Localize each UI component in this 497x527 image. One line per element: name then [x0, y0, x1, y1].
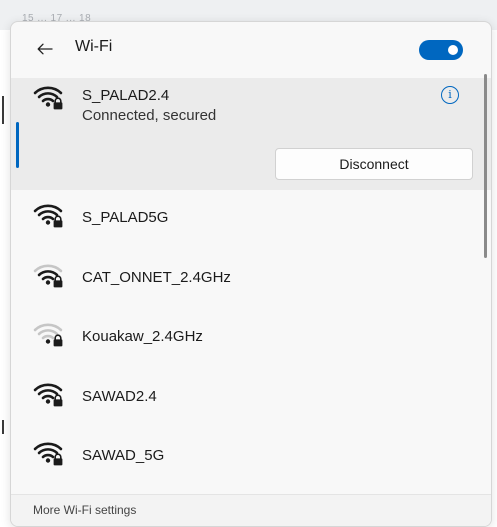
network-name: S_PALAD2.4 — [82, 87, 170, 104]
wifi-header: Wi-Fi — [11, 22, 491, 78]
wifi-secured-icon — [33, 383, 63, 406]
list-item[interactable]: SAWAD_5G — [11, 428, 491, 484]
wifi-secured-icon — [33, 86, 63, 110]
disconnect-button[interactable]: Disconnect — [275, 148, 473, 180]
wifi-secured-icon — [33, 323, 63, 347]
network-name: SAWAD_5G — [82, 447, 165, 464]
wifi-secured-icon — [33, 264, 63, 287]
connected-network-item[interactable]: S_PALAD2.4 Connected, secured i Disconne… — [11, 78, 491, 190]
network-name: S_PALAD5G — [82, 209, 169, 226]
footer: More Wi-Fi settings — [11, 494, 491, 526]
background-edge-mark — [2, 420, 4, 434]
back-button[interactable] — [33, 37, 57, 61]
network-name: Kouakaw_2.4GHz — [82, 328, 203, 345]
background-edge-mark — [2, 96, 4, 124]
list-item[interactable]: S_PALAD5G — [11, 190, 491, 246]
list-item[interactable]: SAWAD2.4 — [11, 369, 491, 425]
list-item[interactable]: Kouakaw_2.4GHz — [11, 309, 491, 365]
arrow-left-icon — [37, 43, 53, 55]
network-name: CAT_ONNET_2.4GHz — [82, 268, 231, 286]
selection-indicator — [16, 122, 19, 168]
toggle-knob — [448, 45, 458, 55]
page-title: Wi-Fi — [75, 38, 113, 55]
wifi-flyout: Wi-Fi S_PALAD2.4 Connected, secured i Di… — [10, 21, 492, 527]
scrollbar[interactable] — [484, 74, 487, 258]
more-wifi-settings-link[interactable]: More Wi-Fi settings — [33, 503, 136, 517]
network-status: Connected, secured — [82, 107, 217, 124]
info-icon[interactable]: i — [441, 86, 459, 104]
list-item[interactable]: CAT_ONNET_2.4GHz — [11, 250, 491, 306]
wifi-secured-icon — [33, 204, 63, 228]
wifi-toggle[interactable] — [419, 40, 463, 60]
network-name: SAWAD2.4 — [82, 387, 157, 405]
wifi-secured-icon — [33, 442, 63, 466]
